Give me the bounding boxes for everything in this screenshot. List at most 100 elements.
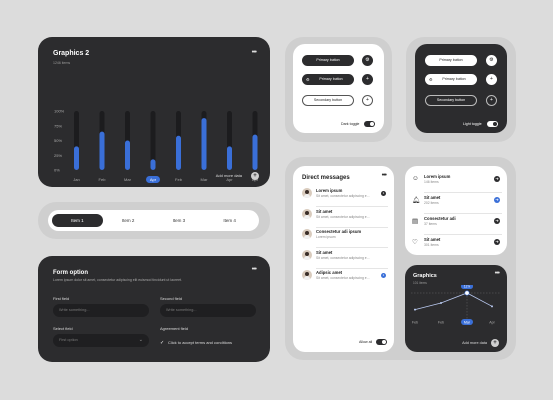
add-outline-icon-button[interactable]: + [486,95,497,106]
bar [201,118,207,170]
list-item-count: 301 items [424,243,439,247]
messages-title: Direct messages [302,175,350,181]
sender-name: Consectetur adi ipsum [316,229,362,234]
chart-title: Graphics 2 [53,50,90,57]
y-tick-label: 0% [54,168,60,173]
x-tick-label: Mar [464,320,471,324]
message-row[interactable]: Lorem ipsum Sit amet, consectetur adipis… [302,186,388,206]
message-preview: Sit amet, consectetur adipiscing e... [316,256,370,260]
arrow-right-icon[interactable]: ➔ [494,239,500,245]
first-field-label: First field [53,296,70,301]
heart-icon: ♡ [412,239,418,246]
add-icon-button[interactable]: + [362,74,373,85]
primary-button[interactable]: Primary button [425,55,477,66]
select-field[interactable]: First option ⌄ [53,334,149,347]
message-preview: Sit amet, consectetur adipiscing e... [316,194,370,198]
list-item-name: Sit amet [424,237,441,242]
tab-item-4[interactable]: Item 4 [204,214,255,227]
avatar [302,209,312,219]
message-preview: Lorem ipsum [316,235,336,239]
y-tick-label: 100% [54,109,65,114]
y-tick-label: 25% [54,153,62,158]
y-tick-label: 50% [54,138,62,143]
checkmark-icon: ✓ [160,340,165,346]
x-tick-label: Feb [438,320,444,324]
document-icon: ▤ [412,218,419,225]
secondary-button[interactable]: Secondary button [302,95,354,106]
arrow-right-icon[interactable]: ➔ [494,218,500,224]
message-row[interactable]: Sit amet Sit amet, consectetur adipiscin… [302,248,388,268]
y-tick-label: 75% [54,123,62,128]
list-item-name: Sit amet [424,195,441,200]
first-field-input[interactable]: Write something... [53,304,149,317]
dark-toggle-label: Dark toggle [341,122,360,126]
item-list-card: ☺ Lorem ipsum 146 items ➔ 🔔︎ Sit amet 20… [405,166,507,255]
smile-icon: ☺ [412,175,419,182]
message-preview: Sit amet, consectetur adipiscing e... [316,215,370,219]
unread-badge: 1 [381,191,386,196]
list-item-count: 37 items [424,222,437,226]
light-toggle-label: Light toggle [463,122,482,126]
x-tick-label: Feb [175,177,183,182]
value-label: 12 k [464,285,471,288]
bar [125,140,130,170]
message-preview: Sit amet, consectetur adipiscing e... [316,276,370,280]
light-toggle[interactable] [487,121,498,127]
avatar [302,229,312,239]
add-more-data-label[interactable]: Add more data [216,173,242,178]
more-options-icon[interactable]: ••• [252,49,257,56]
arrow-right-icon[interactable]: ➔ [494,176,500,182]
dark-toggle[interactable] [364,121,375,127]
second-field-input[interactable]: Write something... [160,304,256,317]
more-options-icon[interactable]: ••• [495,270,500,277]
add-outline-icon-button[interactable]: + [362,95,373,106]
bar [252,134,258,170]
direct-messages-card: Direct messages ••• Lorem ipsum Sit amet… [293,166,394,352]
x-tick-label: Jan [73,177,79,182]
bar [150,159,156,170]
list-item[interactable]: ☺ Lorem ipsum 146 items ➔ [412,172,502,192]
settings-icon-button[interactable]: ⚙ [486,55,497,66]
list-item[interactable]: 🔔︎ Sit amet 202 items ➔ [412,193,502,213]
secondary-button[interactable]: Secondary button [425,95,477,106]
more-options-icon[interactable]: ••• [252,266,257,273]
tab-item-1[interactable]: Item 1 [52,214,103,227]
primary-icon-button[interactable]: ⚙ Primary button [425,74,477,85]
line-chart-card: Graphics 101 items ••• Feb Feb 12 k Mar Apr … [405,265,507,352]
line-chart: Feb Feb 12 k Mar Apr [411,285,501,325]
add-icon-button[interactable]: + [486,74,497,85]
arrow-right-icon[interactable]: ➔ [494,197,500,203]
data-point [491,305,493,308]
tab-item-2[interactable]: Item 2 [103,214,154,227]
message-row[interactable]: Sit amet Sit amet, consectetur adipiscin… [302,207,388,227]
settings-icon: ⚙ [306,77,310,82]
avatar [302,250,312,260]
agreement-checkbox[interactable]: ✓ Click to accept terms and conditions [160,340,232,346]
second-field-label: Second field [160,296,183,301]
list-item-name: Lorem ipsum [424,174,451,179]
allow-all-toggle[interactable] [376,339,387,345]
avatar [302,270,312,280]
settings-icon-button[interactable]: ⚙ [362,55,373,66]
add-more-data-label[interactable]: Add more data [462,341,487,345]
series-line [414,292,493,311]
x-tick-label: Mar [124,177,132,182]
primary-button[interactable]: Primary button [302,55,354,66]
add-data-plus-icon[interactable]: + [251,172,259,180]
sender-name: Sit amet [316,209,333,214]
bell-icon: 🔔︎ [412,197,421,204]
sender-name: Adipsic amet [316,270,343,275]
more-options-icon[interactable]: ••• [382,172,387,179]
chart-subtitle: 1246 items [53,61,71,65]
list-item[interactable]: ▤ Consectetur adi 37 items ➔ [412,214,502,234]
bar [227,146,232,170]
message-row[interactable]: Consectetur adi ipsum Lorem ipsum [302,227,388,247]
tab-item-3[interactable]: Item 3 [154,214,205,227]
message-row[interactable]: Adipsic amet Sit amet, consectetur adipi… [302,268,388,288]
primary-icon-button[interactable]: ⚙ Primary button [302,74,354,85]
list-item-count: 202 items [424,201,439,205]
divider [424,233,502,234]
list-item[interactable]: ♡ Sit amet 301 items ➔ [412,235,502,255]
form-title: Form option [53,270,88,276]
add-data-plus-icon[interactable]: + [491,339,499,347]
